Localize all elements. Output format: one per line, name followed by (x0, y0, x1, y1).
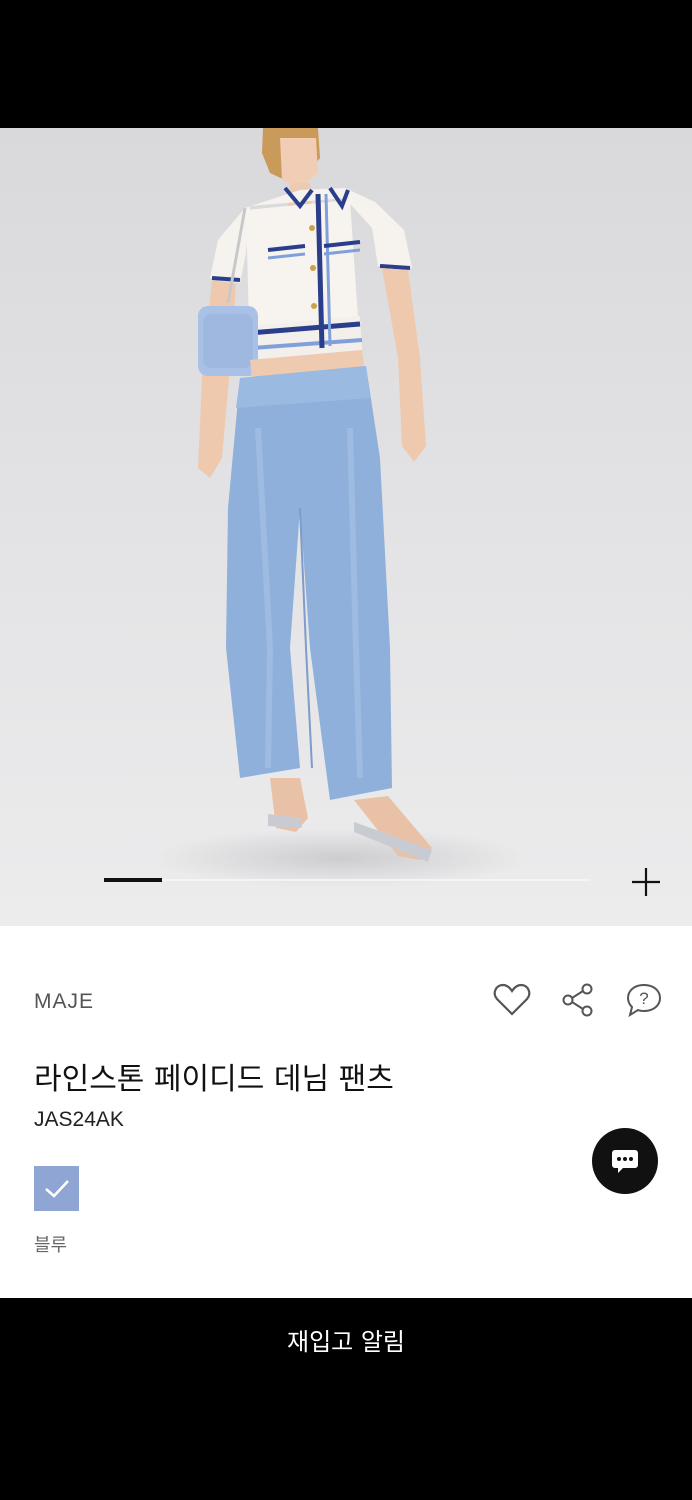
zoom-button[interactable] (626, 864, 666, 900)
plus-icon (632, 868, 660, 896)
product-image-gallery[interactable] (0, 128, 692, 926)
question-button[interactable]: ? (624, 980, 664, 1020)
product-info-panel: MAJE ? 라인스톤 페이디드 데님 팬츠 JAS24AK 블루 (0, 926, 692, 1298)
svg-text:?: ? (639, 989, 648, 1008)
heart-icon (493, 983, 531, 1016)
status-bar-area (0, 0, 692, 128)
product-actions: ? (492, 980, 664, 1020)
product-code: JAS24AK (34, 1108, 124, 1131)
gallery-progress-track[interactable] (104, 878, 590, 882)
checkmark-icon (44, 1179, 69, 1198)
brand-name[interactable]: MAJE (34, 990, 94, 1014)
color-label: 블루 (34, 1235, 68, 1256)
wishlist-button[interactable] (492, 980, 532, 1020)
chat-button[interactable] (592, 1128, 658, 1194)
gallery-progress-fill (104, 878, 163, 882)
restock-alert-label: 재입고 알림 (286, 1327, 406, 1356)
share-button[interactable] (558, 980, 598, 1020)
product-photo (198, 128, 432, 862)
color-swatch-blue[interactable] (34, 1166, 79, 1211)
share-icon (562, 983, 593, 1017)
question-icon: ? (626, 983, 662, 1018)
chat-dots-icon (612, 1150, 638, 1173)
product-title: 라인스톤 페이디드 데님 팬츠 (34, 1062, 394, 1097)
restock-alert-button[interactable]: 재입고 알림 (0, 1298, 692, 1380)
